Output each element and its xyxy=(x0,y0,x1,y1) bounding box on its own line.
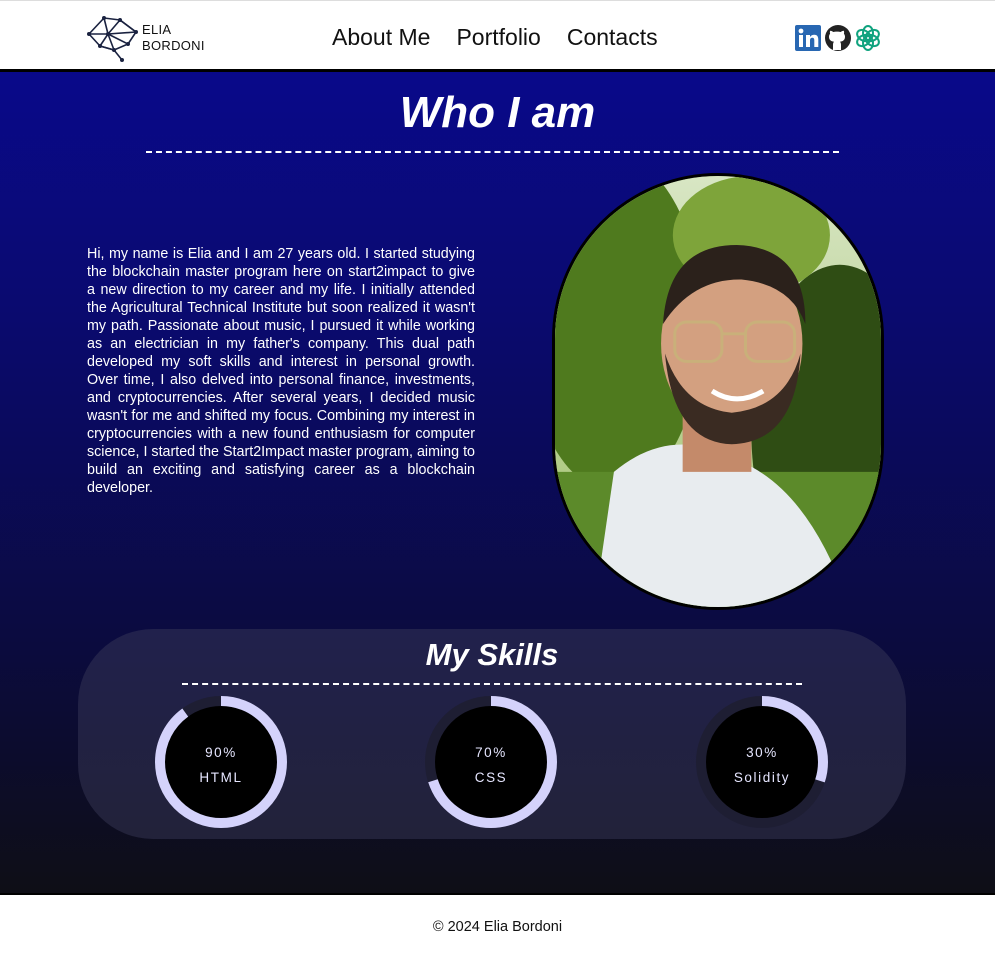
skill-label: 30% Solidity xyxy=(694,740,830,790)
site-header: ELIA BORDONI About Me Portfolio Contacts xyxy=(0,0,995,72)
social-links xyxy=(794,24,882,52)
skill-ring-html: 90% HTML xyxy=(153,694,289,830)
title-divider xyxy=(146,151,839,153)
skill-percent: 70% xyxy=(475,745,507,760)
openai-icon[interactable] xyxy=(854,24,882,52)
main-nav: About Me Portfolio Contacts xyxy=(332,23,658,51)
skills-divider xyxy=(182,683,802,685)
nav-contacts[interactable]: Contacts xyxy=(567,23,658,51)
about-section: Who I am Hi, my name is Elia and I am 27… xyxy=(0,72,995,893)
page-title: Who I am xyxy=(399,88,596,137)
skill-label: 90% HTML xyxy=(153,740,289,790)
skill-ring-solidity: 30% Solidity xyxy=(694,694,830,830)
network-logo-icon xyxy=(87,16,138,62)
skill-label: 70% CSS xyxy=(423,740,559,790)
logo-line-2: BORDONI xyxy=(142,38,205,53)
profile-photo xyxy=(552,173,884,610)
skills-title: My Skills xyxy=(425,637,559,672)
copyright-text: © 2024 Elia Bordoni xyxy=(432,919,563,935)
logo-line-1: ELIA xyxy=(142,22,172,37)
nav-about-me[interactable]: About Me xyxy=(332,23,430,51)
skill-percent: 90% xyxy=(205,745,237,760)
linkedin-icon[interactable] xyxy=(794,24,822,52)
skill-name: Solidity xyxy=(733,770,791,785)
bio-text: Hi, my name is Elia and I am 27 years ol… xyxy=(87,246,475,496)
nav-portfolio[interactable]: Portfolio xyxy=(456,23,540,51)
github-icon[interactable] xyxy=(824,24,852,52)
skills-panel: My Skills 90% HTML 70% CSS 30% Solidity xyxy=(78,629,906,839)
skill-name: HTML xyxy=(199,770,243,785)
site-footer: © 2024 Elia Bordoni xyxy=(0,893,995,964)
logo[interactable]: ELIA BORDONI xyxy=(86,14,211,62)
skill-name: CSS xyxy=(474,770,508,785)
skill-ring-css: 70% CSS xyxy=(423,694,559,830)
logo-text: ELIA BORDONI xyxy=(142,22,205,54)
skill-percent: 30% xyxy=(746,745,778,760)
